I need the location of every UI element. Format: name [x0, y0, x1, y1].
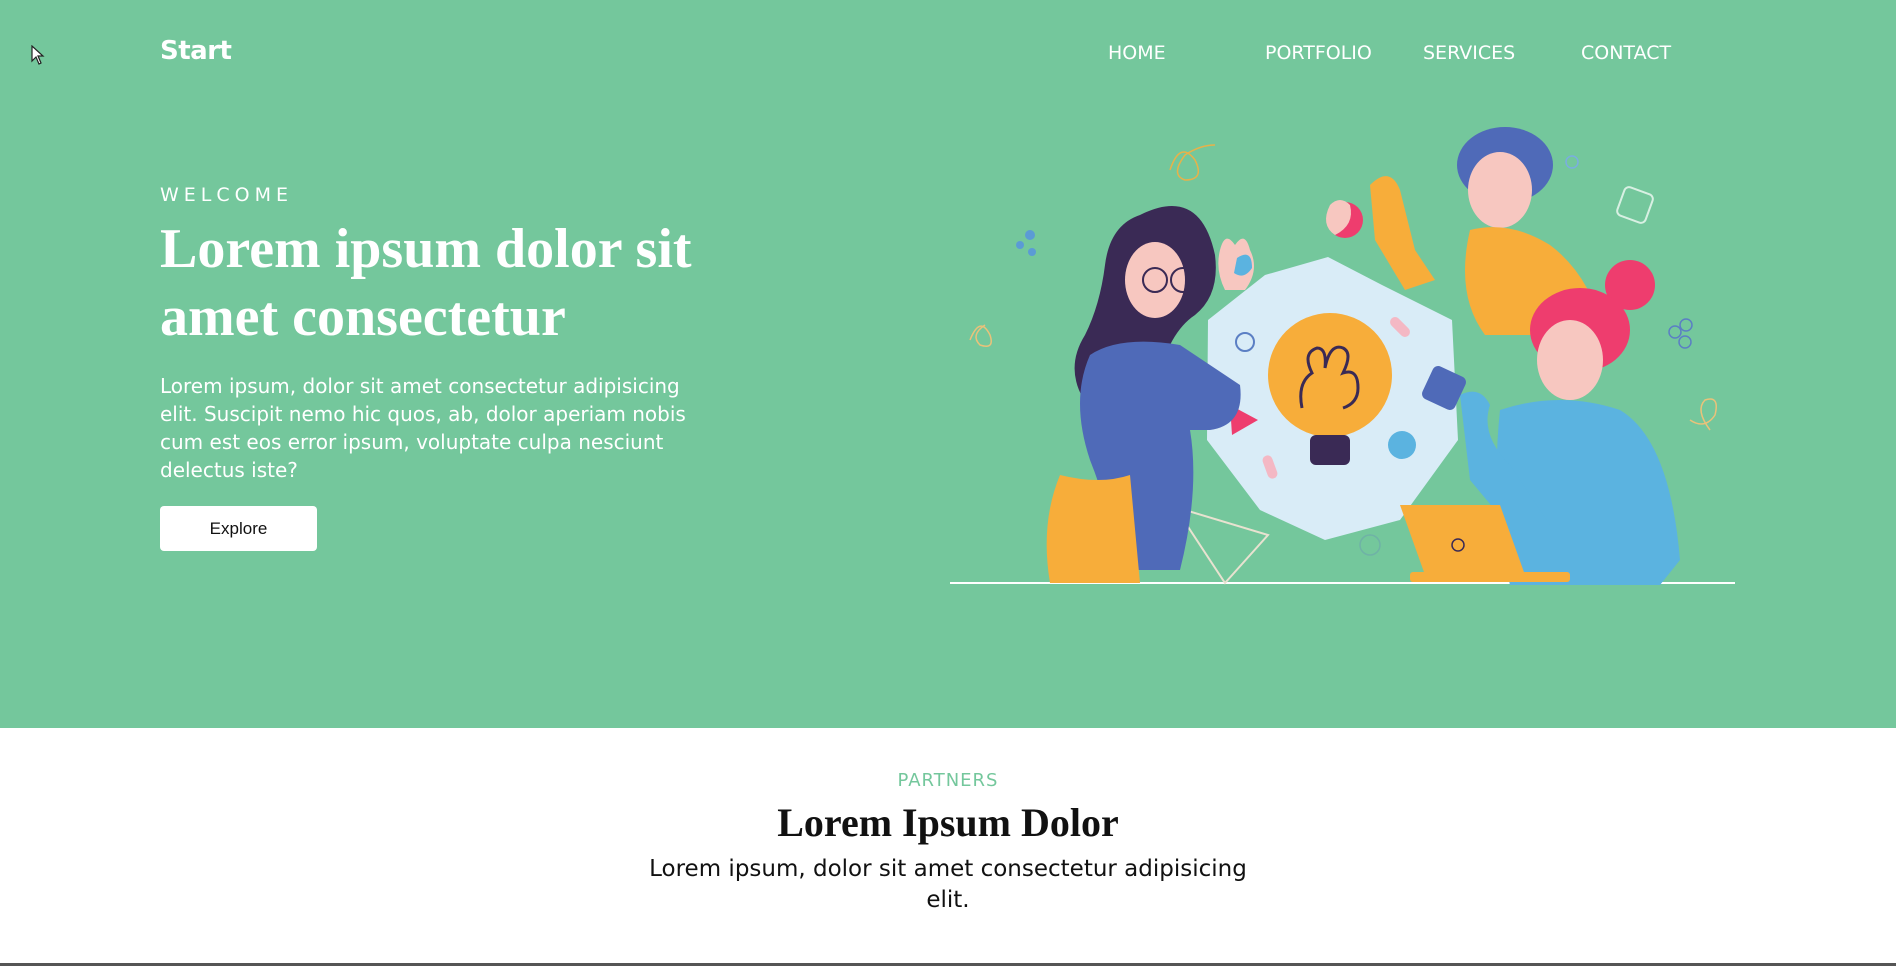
hero-section: Start HOME PORTFOLIO SERVICES CONTACT WE… — [0, 0, 1896, 728]
brand-logo[interactable]: Start — [160, 36, 232, 66]
nav-home-link[interactable]: HOME — [1108, 42, 1166, 64]
hero-lead-text: Lorem ipsum, dolor sit amet consectetur … — [160, 374, 686, 482]
partners-text: Lorem ipsum, dolor sit amet consectetur … — [649, 856, 1247, 913]
partners-title: Lorem Ipsum Dolor — [777, 800, 1119, 845]
hero-headline: Lorem ipsum dolor sit amet consectetur — [160, 218, 692, 348]
partners-eyebrow: PARTNERS — [897, 770, 999, 791]
cursor-icon — [31, 45, 45, 65]
hero-eyebrow: WELCOME — [160, 184, 293, 206]
nav-contact-link[interactable]: CONTACT — [1581, 42, 1671, 64]
nav-portfolio-link[interactable]: PORTFOLIO — [1265, 42, 1372, 64]
explore-button[interactable]: Explore — [160, 506, 317, 551]
nav-services-link[interactable]: SERVICES — [1423, 42, 1515, 64]
teamwork-illustration — [950, 127, 1735, 585]
